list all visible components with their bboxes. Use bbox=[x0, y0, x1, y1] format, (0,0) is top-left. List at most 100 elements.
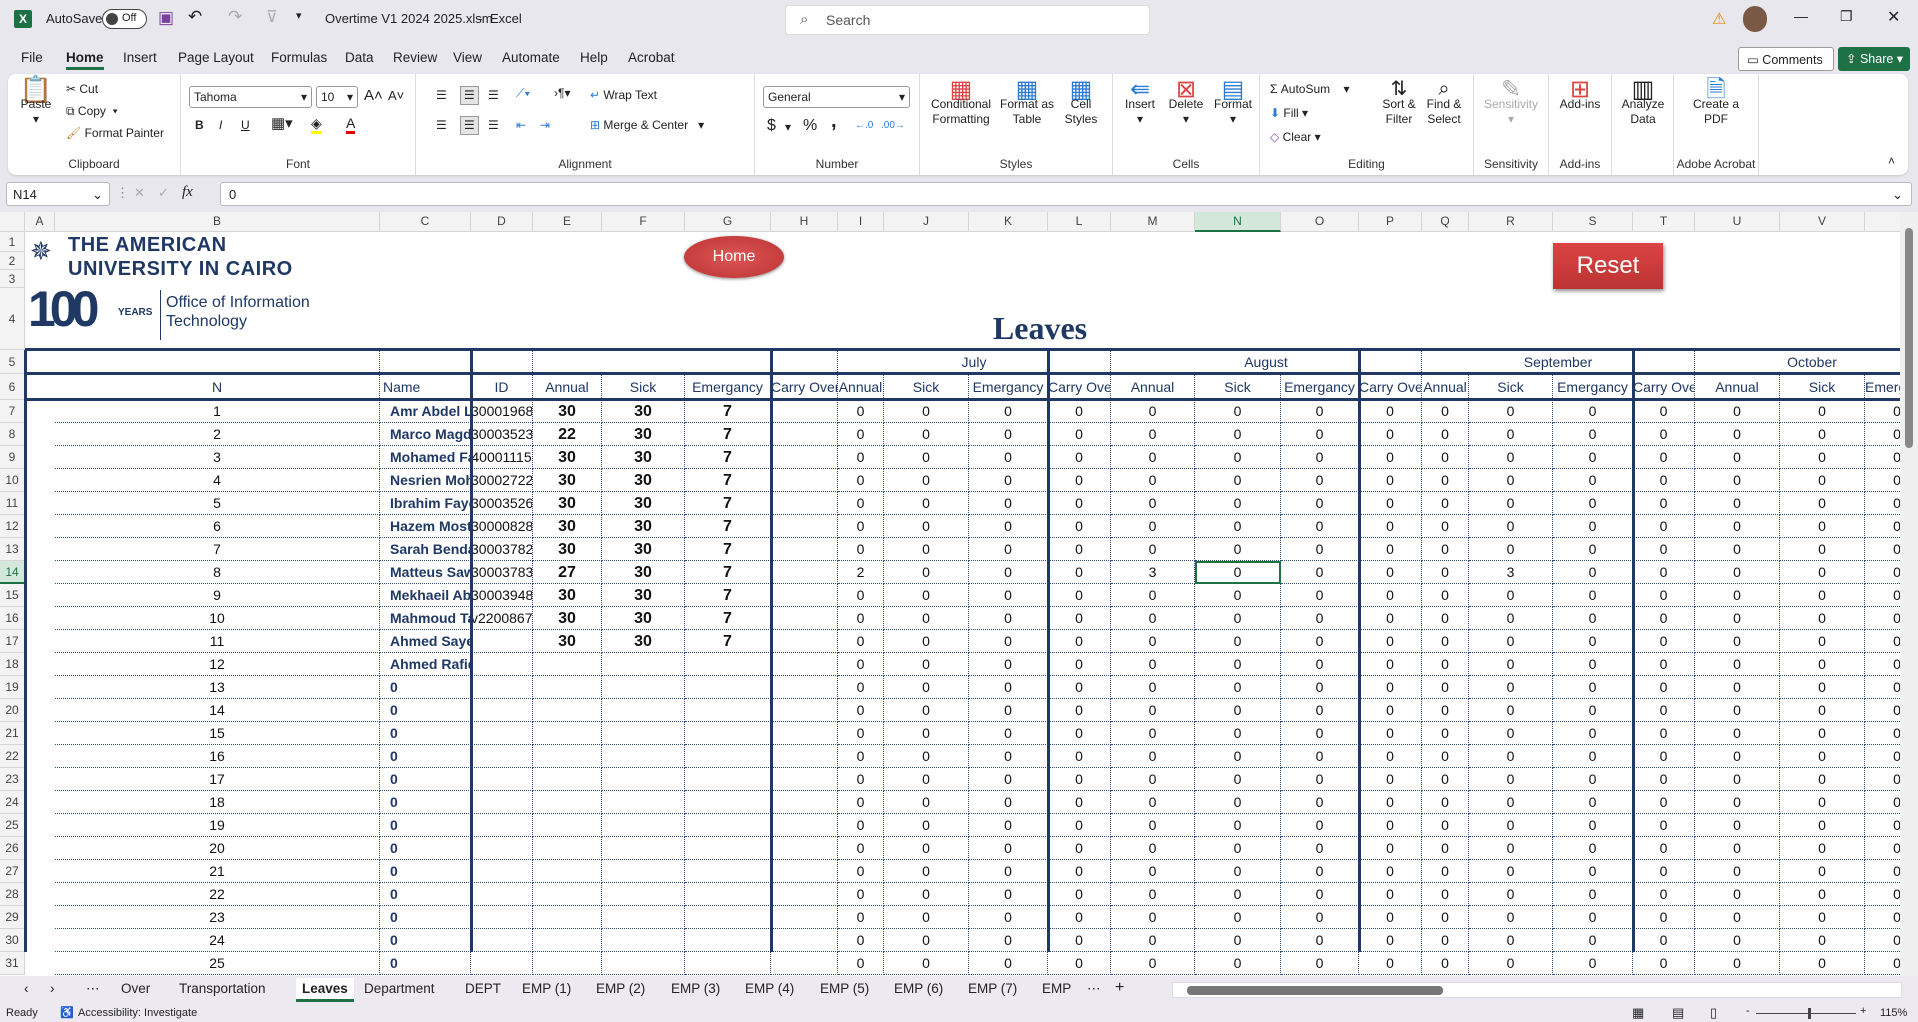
row-header[interactable]: 22 bbox=[0, 745, 25, 768]
row-number[interactable]: 8 bbox=[55, 561, 380, 584]
row-number[interactable]: 16 bbox=[55, 745, 380, 768]
sick-entitlement[interactable]: 30 bbox=[602, 423, 685, 446]
month-value[interactable]: 0 bbox=[1048, 814, 1111, 837]
month-value[interactable]: 0 bbox=[838, 607, 884, 630]
month-value[interactable]: 0 bbox=[1048, 699, 1111, 722]
month-value[interactable]: 0 bbox=[1281, 653, 1359, 676]
month-value[interactable]: 0 bbox=[1195, 929, 1281, 952]
month-value[interactable]: 0 bbox=[1195, 515, 1281, 538]
row-header[interactable]: 8 bbox=[0, 423, 25, 446]
sick-entitlement[interactable] bbox=[602, 791, 685, 814]
month-value[interactable]: 0 bbox=[1633, 653, 1695, 676]
month-value[interactable]: 0 bbox=[838, 906, 884, 929]
carry-over[interactable] bbox=[771, 676, 838, 699]
row-number[interactable]: 3 bbox=[55, 446, 380, 469]
entitlement-header[interactable]: Emergancy bbox=[685, 374, 771, 400]
month-value[interactable]: 0 bbox=[1281, 676, 1359, 699]
emergency-entitlement[interactable] bbox=[685, 906, 771, 929]
fill-color-icon[interactable]: ◈ bbox=[311, 116, 322, 134]
month-value[interactable]: 0 bbox=[1553, 446, 1633, 469]
sensitivity-button[interactable]: ✎ Sensitivity ▾ bbox=[1478, 78, 1544, 127]
column-header[interactable]: O bbox=[1281, 212, 1359, 232]
row-number[interactable]: 6 bbox=[55, 515, 380, 538]
month-value[interactable]: 0 bbox=[1195, 906, 1281, 929]
annual-entitlement[interactable] bbox=[533, 699, 602, 722]
zoom-slider[interactable] bbox=[1756, 1008, 1856, 1019]
column-header[interactable]: R bbox=[1469, 212, 1553, 232]
carry-over-cut[interactable] bbox=[1865, 722, 1900, 745]
month-value[interactable]: 0 bbox=[1422, 400, 1469, 423]
month-value[interactable]: 0 bbox=[884, 423, 969, 446]
month-value[interactable]: 0 bbox=[1633, 446, 1695, 469]
row-number[interactable]: 18 bbox=[55, 791, 380, 814]
employee-name[interactable]: 0 bbox=[380, 906, 471, 929]
autosum-button[interactable]: Σ AutoSum ▾ bbox=[1270, 82, 1349, 97]
borders-icon[interactable]: ▦▾ bbox=[271, 116, 293, 131]
annual-entitlement[interactable] bbox=[533, 814, 602, 837]
employee-name[interactable]: 0 bbox=[380, 768, 471, 791]
carry-over[interactable] bbox=[771, 607, 838, 630]
month-value[interactable]: 0 bbox=[1695, 607, 1780, 630]
sheet-tab-emp-3[interactable]: EMP (3) bbox=[671, 981, 720, 996]
share-button[interactable]: ⇪ Share ▾ bbox=[1838, 47, 1910, 71]
employee-id[interactable] bbox=[471, 745, 533, 768]
month-value[interactable]: 0 bbox=[1469, 768, 1553, 791]
row-header[interactable]: 19 bbox=[0, 676, 25, 699]
sheet-tab-emp-7[interactable]: EMP (7) bbox=[968, 981, 1017, 996]
carry-over-cut[interactable] bbox=[1865, 607, 1900, 630]
month-value[interactable]: 0 bbox=[1780, 561, 1865, 584]
month-value[interactable]: 0 bbox=[1633, 423, 1695, 446]
row-number[interactable]: 10 bbox=[55, 607, 380, 630]
month-value[interactable]: 0 bbox=[838, 929, 884, 952]
month-value[interactable]: 0 bbox=[1780, 929, 1865, 952]
annual-entitlement[interactable]: 30 bbox=[533, 469, 602, 492]
carry-over-cut[interactable] bbox=[1865, 515, 1900, 538]
horizontal-scroll-thumb[interactable] bbox=[1187, 986, 1443, 995]
month-value[interactable]: 0 bbox=[884, 929, 969, 952]
sheet-tab-emp[interactable]: EMP bbox=[1042, 981, 1071, 996]
annual-entitlement[interactable]: 30 bbox=[533, 538, 602, 561]
month-value[interactable]: 0 bbox=[1695, 653, 1780, 676]
month-value[interactable]: 0 bbox=[838, 492, 884, 515]
carry-over[interactable] bbox=[771, 423, 838, 446]
annual-entitlement[interactable] bbox=[533, 860, 602, 883]
align-bottom-icon[interactable]: ☰ bbox=[488, 88, 499, 103]
annual-entitlement[interactable]: 30 bbox=[533, 515, 602, 538]
tab-insert[interactable]: Insert bbox=[123, 50, 157, 65]
carry-over-cut[interactable] bbox=[1865, 699, 1900, 722]
row-number[interactable]: 17 bbox=[55, 768, 380, 791]
annual-entitlement[interactable] bbox=[533, 768, 602, 791]
analyze-data-button[interactable]: ▥ Analyze Data bbox=[1616, 78, 1670, 127]
employee-name[interactable]: 0 bbox=[380, 883, 471, 906]
column-header[interactable]: S bbox=[1553, 212, 1633, 232]
row-header[interactable]: 30 bbox=[0, 929, 25, 952]
month-value[interactable]: 0 bbox=[838, 446, 884, 469]
month-value[interactable]: 0 bbox=[1695, 400, 1780, 423]
column-header[interactable]: K bbox=[969, 212, 1048, 232]
month-value[interactable]: 0 bbox=[1281, 561, 1359, 584]
employee-id[interactable] bbox=[471, 699, 533, 722]
month-value[interactable]: 0 bbox=[1553, 929, 1633, 952]
month-value[interactable]: 0 bbox=[884, 469, 969, 492]
month-value[interactable]: 0 bbox=[1048, 400, 1111, 423]
comma-button[interactable]: , bbox=[831, 111, 837, 131]
vertical-scrollbar[interactable] bbox=[1900, 212, 1918, 976]
collapse-ribbon-icon[interactable]: ˄ bbox=[1888, 154, 1895, 169]
create-pdf-button[interactable]: 🗎 Create a PDF bbox=[1684, 78, 1748, 127]
month-value[interactable]: 0 bbox=[1633, 699, 1695, 722]
month-value[interactable]: 0 bbox=[1359, 722, 1422, 745]
month-value[interactable]: 0 bbox=[1195, 791, 1281, 814]
month-value[interactable]: 0 bbox=[1359, 768, 1422, 791]
month-value[interactable]: 3 bbox=[1469, 561, 1553, 584]
month-value[interactable]: 0 bbox=[1195, 837, 1281, 860]
month-value[interactable]: 0 bbox=[1553, 515, 1633, 538]
row-number[interactable]: 19 bbox=[55, 814, 380, 837]
carry-over[interactable] bbox=[771, 584, 838, 607]
worksheet-grid[interactable]: A B C D E F G H I J K L M N O P Q R S T U V 1 2 3 4 5 6 7 8 9 10 11 12 13 1… bbox=[0, 212, 1900, 976]
month-value[interactable]: 2 bbox=[838, 561, 884, 584]
month-value[interactable]: 0 bbox=[1695, 630, 1780, 653]
month-subheader[interactable]: Sick bbox=[1469, 374, 1553, 400]
row-number[interactable]: 5 bbox=[55, 492, 380, 515]
annual-entitlement[interactable] bbox=[533, 676, 602, 699]
month-value[interactable]: 0 bbox=[1780, 492, 1865, 515]
